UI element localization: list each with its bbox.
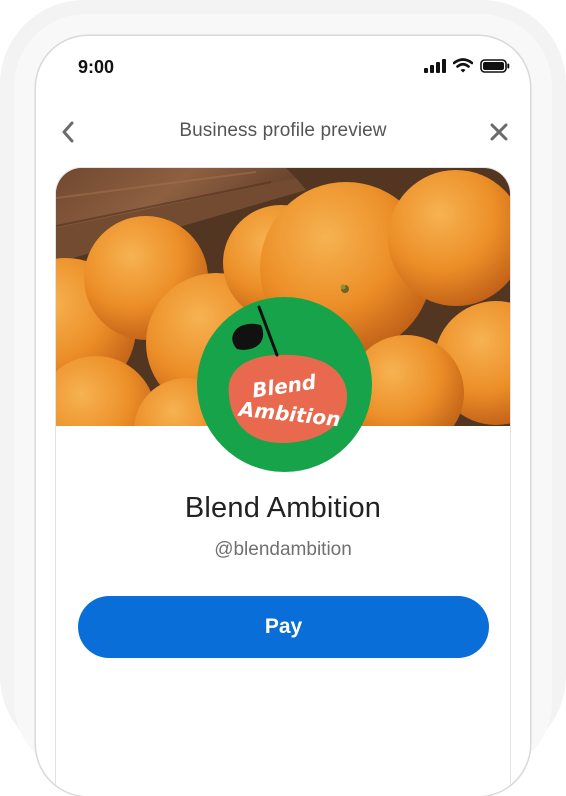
status-bar: 9:00 <box>36 36 530 96</box>
blend-ambition-logo: Blend Ambition <box>197 297 372 472</box>
business-name: Blend Ambition <box>184 492 382 524</box>
pay-button[interactable]: Pay <box>78 596 489 658</box>
close-icon <box>490 123 508 141</box>
battery-icon <box>480 58 510 73</box>
business-handle: @blendambition <box>214 539 352 560</box>
wifi-icon <box>453 58 473 73</box>
business-profile-card: Blend Ambition Blend Ambition @blendambi… <box>56 168 510 796</box>
page-title: Business profile preview <box>179 120 387 141</box>
business-logo-avatar: Blend Ambition <box>197 297 372 472</box>
status-icons <box>424 58 510 73</box>
close-button[interactable] <box>486 118 512 146</box>
signal-icon <box>424 58 446 73</box>
nav-bar: Business profile preview <box>36 112 530 152</box>
phone-screen: 9:00 Business profile preview Blend Ambi… <box>36 36 530 796</box>
status-time: 9:00 <box>78 57 115 77</box>
